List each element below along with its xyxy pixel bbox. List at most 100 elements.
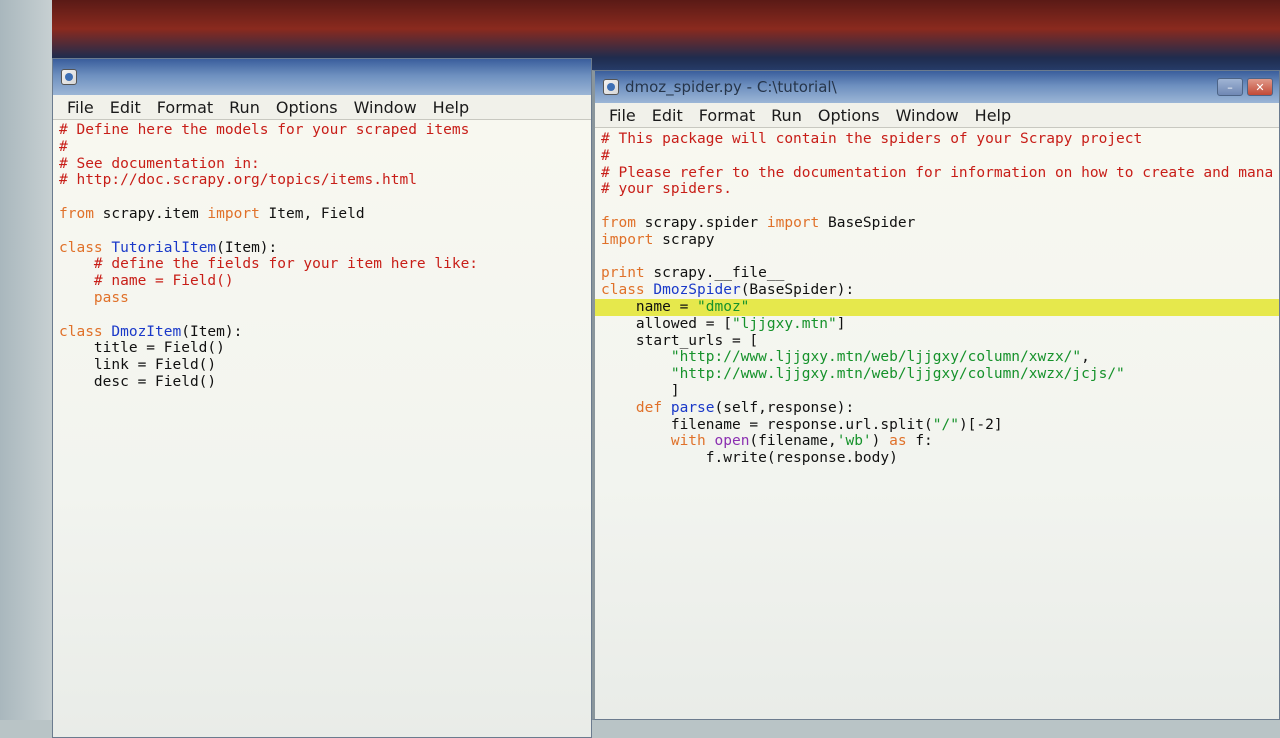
code-token: BaseSpider (819, 214, 916, 231)
code-line[interactable]: from scrapy.item import Item, Field (53, 206, 591, 223)
menu-format[interactable]: Format (691, 106, 763, 125)
code-token: print (601, 265, 645, 282)
window-title: dmoz_spider.py - C:\tutorial\ (625, 78, 837, 96)
code-line[interactable]: # name = Field() (53, 273, 591, 290)
idle-app-icon (603, 79, 619, 95)
idle-app-icon (61, 69, 77, 85)
code-token: # Define here the models for your scrape… (59, 122, 470, 138)
code-line[interactable]: # http://doc.scrapy.org/topics/items.htm… (53, 172, 591, 189)
code-line[interactable]: allowed = ["ljjgxy.mtn"] (595, 316, 1279, 333)
code-token: # This package will contain the spiders … (601, 131, 1143, 147)
menu-edit[interactable]: Edit (102, 98, 149, 117)
code-editor[interactable]: # This package will contain the spiders … (595, 128, 1279, 719)
code-line[interactable]: with open(filename,'wb') as f: (595, 433, 1279, 450)
menu-run[interactable]: Run (763, 106, 810, 125)
code-line[interactable]: # Define here the models for your scrape… (53, 122, 591, 139)
code-token: Item, Field (259, 205, 365, 222)
title-bar[interactable]: dmoz_spider.py - C:\tutorial\ – ✕ (595, 71, 1279, 103)
code-line[interactable]: start_urls = [ (595, 333, 1279, 350)
code-token: )[-2] (958, 416, 1003, 433)
code-line[interactable]: # (595, 148, 1279, 165)
highlighted-code-line[interactable]: name = "dmoz" (595, 298, 1279, 316)
code-line[interactable] (595, 198, 1279, 215)
code-line[interactable]: def parse(self,response): (595, 400, 1279, 417)
minimize-icon[interactable]: – (1217, 78, 1243, 96)
code-line[interactable]: link = Field() (53, 357, 591, 374)
code-token: f: (906, 433, 933, 450)
close-icon[interactable]: ✕ (1247, 78, 1273, 96)
code-line[interactable]: # Please refer to the documentation for … (595, 165, 1279, 182)
code-line[interactable]: # define the fields for your item here l… (53, 256, 591, 273)
code-token: # http://doc.scrapy.org/topics/items.htm… (59, 172, 417, 189)
code-token: (Item): (216, 239, 278, 256)
code-editor[interactable]: # Define here the models for your scrape… (53, 120, 591, 737)
code-line[interactable]: from scrapy.spider import BaseSpider (595, 215, 1279, 232)
code-token: start_urls = [ (601, 332, 759, 349)
code-line[interactable]: class TutorialItem(Item): (53, 240, 591, 257)
code-line[interactable]: import scrapy (595, 232, 1279, 249)
code-line[interactable]: # See documentation in: (53, 156, 591, 173)
menu-window[interactable]: Window (888, 106, 967, 125)
code-line[interactable] (53, 223, 591, 240)
menu-help[interactable]: Help (967, 106, 1019, 125)
code-token: allowed = [ (601, 315, 732, 332)
code-line[interactable]: # your spiders. (595, 181, 1279, 198)
code-line[interactable]: class DmozSpider(BaseSpider): (595, 282, 1279, 299)
code-line[interactable]: class DmozItem(Item): (53, 324, 591, 341)
code-token: # (59, 138, 68, 155)
code-token: import (601, 231, 654, 248)
code-line[interactable]: "http://www.ljjgxy.mtn/web/ljjgxy/column… (595, 349, 1279, 366)
code-token: with (670, 433, 706, 450)
code-line[interactable]: title = Field() (53, 340, 591, 357)
code-token: # See documentation in: (59, 155, 260, 172)
code-token: (self,response): (714, 399, 855, 416)
code-token: def (635, 399, 663, 416)
code-token: ] (601, 382, 680, 399)
code-token: scrapy.item (93, 205, 208, 222)
code-token: (filename, (749, 433, 837, 450)
menu-options[interactable]: Options (268, 98, 346, 117)
menu-help[interactable]: Help (425, 98, 477, 117)
code-line[interactable] (595, 249, 1279, 266)
menu-window[interactable]: Window (346, 98, 425, 117)
title-bar[interactable] (53, 59, 591, 95)
code-line[interactable]: # This package will contain the spiders … (595, 131, 1279, 148)
code-line[interactable]: # (53, 139, 591, 156)
code-line[interactable]: ] (595, 383, 1279, 400)
code-token: from (59, 205, 94, 222)
menu-format[interactable]: Format (149, 98, 221, 117)
code-line[interactable] (53, 307, 591, 324)
menu-file[interactable]: File (601, 106, 644, 125)
idle-window-dmoz-spider[interactable]: dmoz_spider.py - C:\tutorial\ – ✕ File E… (592, 70, 1280, 720)
code-line[interactable]: pass (53, 290, 591, 307)
code-line[interactable]: "http://www.ljjgxy.mtn/web/ljjgxy/column… (595, 366, 1279, 383)
code-token: , (1081, 349, 1090, 366)
menu-run[interactable]: Run (221, 98, 268, 117)
code-line[interactable]: print scrapy.__file__ (595, 265, 1279, 282)
code-token: filename = response.url.split( (601, 416, 933, 433)
menu-edit[interactable]: Edit (644, 106, 691, 125)
code-line[interactable] (53, 189, 591, 206)
code-token: link = Field() (59, 357, 217, 374)
menu-file[interactable]: File (59, 98, 102, 117)
code-token: from (601, 214, 636, 231)
code-token: scrapy.__file__ (644, 265, 785, 282)
menu-options[interactable]: Options (810, 106, 888, 125)
code-token: import (207, 205, 260, 222)
code-token: parse (670, 399, 715, 416)
code-token: class (59, 239, 103, 256)
code-token: (Item): (181, 323, 243, 340)
code-line[interactable]: filename = response.url.split("/")[-2] (595, 417, 1279, 434)
code-token: "/" (932, 416, 959, 433)
code-line[interactable]: desc = Field() (53, 374, 591, 391)
code-token: class (59, 323, 103, 340)
code-line[interactable]: f.write(response.body) (595, 450, 1279, 467)
idle-window-items[interactable]: File Edit Format Run Options Window Help… (52, 58, 592, 738)
